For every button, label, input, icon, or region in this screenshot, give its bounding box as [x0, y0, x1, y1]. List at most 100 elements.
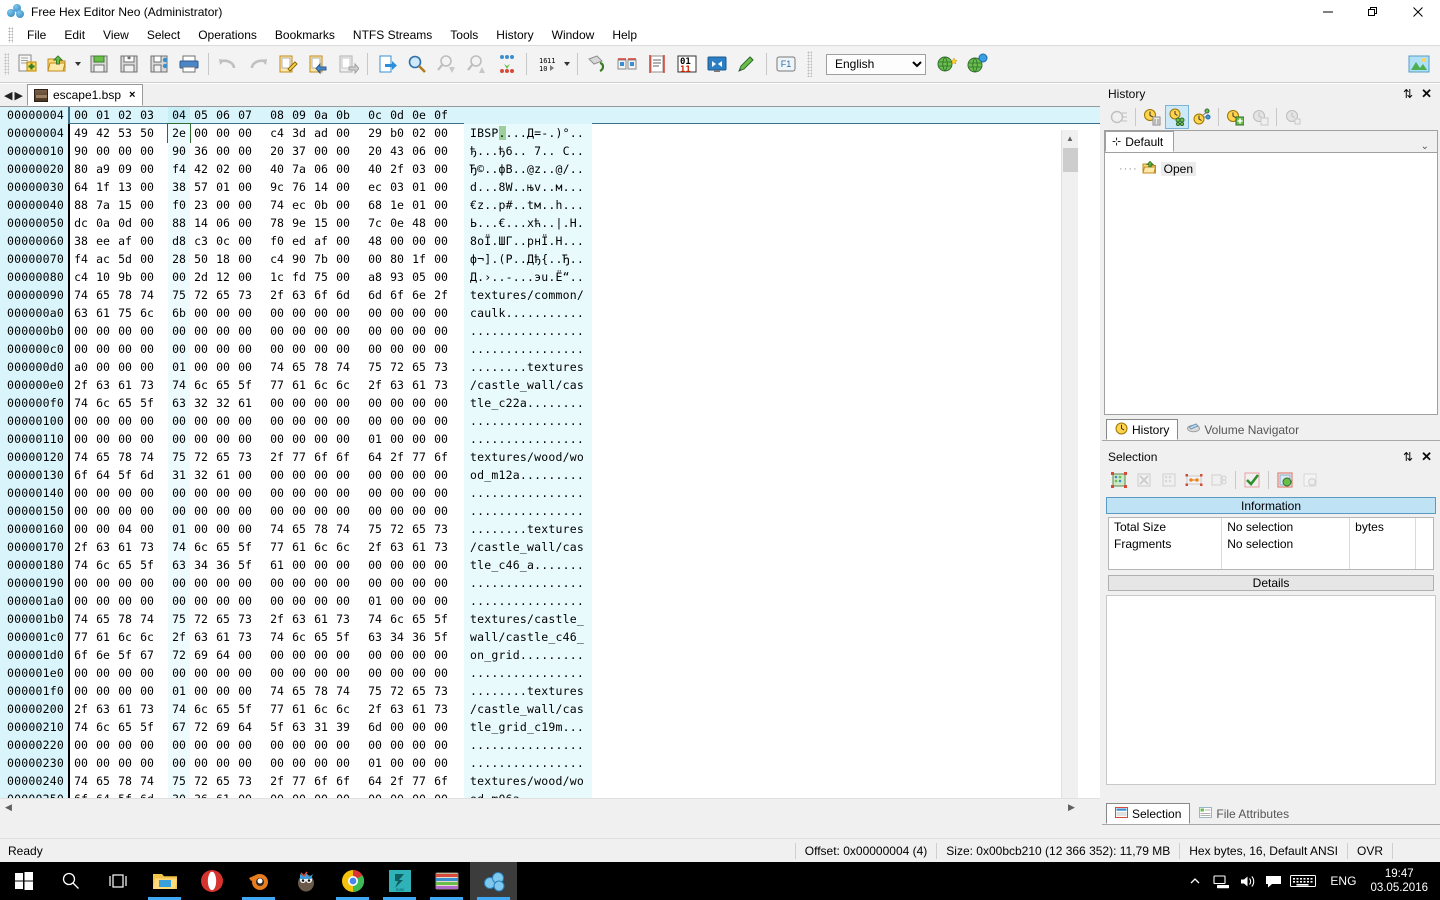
- hex-row-bytes[interactable]: 00 00 04 00 01 00 00 00 74 65 78 74 75 72 65 73: [70, 520, 452, 538]
- hex-byte[interactable]: 61: [212, 628, 234, 646]
- hex-byte[interactable]: 00: [266, 574, 288, 592]
- hex-byte[interactable]: 00: [430, 160, 452, 178]
- hex-byte[interactable]: 6f: [430, 448, 452, 466]
- hex-byte[interactable]: ee: [92, 232, 114, 250]
- hex-byte[interactable]: 1e: [386, 196, 408, 214]
- hex-byte[interactable]: 00: [190, 736, 212, 754]
- find-previous-icon[interactable]: [432, 49, 462, 79]
- hex-byte[interactable]: 00: [332, 232, 354, 250]
- hex-byte[interactable]: 6f: [70, 646, 92, 664]
- hex-byte[interactable]: 61: [266, 556, 288, 574]
- hex-byte[interactable]: 6c: [136, 304, 158, 322]
- hex-byte[interactable]: 00: [212, 430, 234, 448]
- hex-byte[interactable]: 06: [212, 214, 234, 232]
- hex-byte[interactable]: 00: [408, 484, 430, 502]
- hex-byte[interactable]: 00: [114, 358, 136, 376]
- hex-row[interactable]: 00000100 00 00 00 00 00 00 00 00 00 00 00 00 00 00 00 00…: [0, 412, 1100, 430]
- hex-byte[interactable]: 77: [408, 772, 430, 790]
- hex-row-bytes[interactable]: 74 65 78 74 75 72 65 73 2f 63 6f 6d 6d 6f 6e 2f: [70, 286, 452, 304]
- hex-byte[interactable]: 00: [70, 574, 92, 592]
- hex-byte[interactable]: 00: [386, 556, 408, 574]
- hex-byte[interactable]: 48: [364, 232, 386, 250]
- hex-byte[interactable]: 61: [408, 538, 430, 556]
- hex-byte[interactable]: 14: [310, 178, 332, 196]
- hex-byte[interactable]: 00: [114, 592, 136, 610]
- hex-byte[interactable]: 90: [168, 142, 190, 160]
- hex-byte[interactable]: 00: [408, 646, 430, 664]
- hex-byte[interactable]: 00: [430, 556, 452, 574]
- export-icon[interactable]: [372, 49, 402, 79]
- hex-byte[interactable]: 00: [234, 160, 256, 178]
- hex-byte[interactable]: 43: [386, 142, 408, 160]
- hex-byte[interactable]: 75: [364, 358, 386, 376]
- hex-byte[interactable]: 00: [386, 736, 408, 754]
- hex-byte[interactable]: 00: [332, 430, 354, 448]
- hex-byte[interactable]: 6c: [310, 538, 332, 556]
- action-center-icon[interactable]: [1260, 874, 1286, 889]
- hex-row[interactable]: 00000040 88 7a 15 00 f0 23 00 00 74 ec 0b 00 68 1e 01 00…: [0, 196, 1100, 214]
- hex-byte[interactable]: 00: [234, 754, 256, 772]
- hex-byte[interactable]: 00: [70, 664, 92, 682]
- hex-byte[interactable]: 74: [266, 196, 288, 214]
- hex-byte[interactable]: 74: [70, 448, 92, 466]
- hex-byte[interactable]: a0: [70, 358, 92, 376]
- hex-byte[interactable]: 00: [136, 178, 158, 196]
- hex-byte[interactable]: 6c: [114, 628, 136, 646]
- hex-byte[interactable]: 00: [430, 736, 452, 754]
- remove-selection-icon[interactable]: [1298, 468, 1322, 492]
- show-hidden-icons-icon[interactable]: [1182, 874, 1208, 888]
- hex-byte[interactable]: 00: [430, 142, 452, 160]
- hex-byte[interactable]: 00: [364, 322, 386, 340]
- menu-ntfs-streams[interactable]: NTFS Streams: [344, 25, 441, 45]
- hex-byte[interactable]: 03: [408, 160, 430, 178]
- hex-row-ascii[interactable]: /castle_wall/cas: [464, 538, 592, 556]
- hex-byte[interactable]: 00: [408, 232, 430, 250]
- hex-byte[interactable]: 00: [408, 430, 430, 448]
- hex-byte[interactable]: 63: [288, 718, 310, 736]
- hex-byte[interactable]: 9b: [114, 268, 136, 286]
- hex-byte[interactable]: 00: [310, 592, 332, 610]
- hex-row[interactable]: 00000240 74 65 78 74 75 72 65 73 2f 77 6f 6f 64 2f 77 6f…: [0, 772, 1100, 790]
- hex-byte[interactable]: 00: [408, 412, 430, 430]
- hex-byte[interactable]: 40: [364, 160, 386, 178]
- hex-row-ascii[interactable]: ................: [464, 754, 592, 772]
- hex-byte[interactable]: 00: [332, 412, 354, 430]
- hex-byte[interactable]: 00: [310, 394, 332, 412]
- hex-byte[interactable]: 34: [386, 628, 408, 646]
- hex-byte[interactable]: 00: [288, 322, 310, 340]
- hex-byte[interactable]: 20: [364, 142, 386, 160]
- hex-byte[interactable]: 6c: [332, 700, 354, 718]
- hex-row-bytes[interactable]: 74 65 78 74 75 72 65 73 2f 77 6f 6f 64 2f 77 6f: [70, 448, 452, 466]
- hex-byte[interactable]: 00: [168, 340, 190, 358]
- hex-byte[interactable]: 00: [92, 142, 114, 160]
- hex-byte[interactable]: 00: [266, 466, 288, 484]
- hex-byte[interactable]: 00: [310, 664, 332, 682]
- hex-byte[interactable]: 5f: [136, 556, 158, 574]
- hex-byte[interactable]: 00: [168, 502, 190, 520]
- hex-byte[interactable]: 00: [92, 574, 114, 592]
- hex-row-ascii[interactable]: textures/wood/wo: [464, 448, 592, 466]
- hex-byte[interactable]: 74: [266, 682, 288, 700]
- hex-byte[interactable]: 00: [332, 124, 354, 142]
- hex-byte[interactable]: 2f: [430, 286, 452, 304]
- hex-byte[interactable]: 75: [364, 520, 386, 538]
- hex-byte[interactable]: 39: [332, 718, 354, 736]
- hex-byte[interactable]: 6c: [310, 700, 332, 718]
- save-all-icon[interactable]: [144, 49, 174, 79]
- hex-row[interactable]: 00000080 c4 10 9b 00 00 2d 12 00 1c fd 75 00 a8 93 05 00…: [0, 268, 1100, 286]
- hex-byte[interactable]: 00: [212, 754, 234, 772]
- hex-row-ascii[interactable]: ................: [464, 592, 592, 610]
- hex-byte[interactable]: 65: [212, 700, 234, 718]
- hex-byte[interactable]: 00: [430, 466, 452, 484]
- hex-byte[interactable]: 6f: [332, 772, 354, 790]
- hex-byte[interactable]: 77: [288, 772, 310, 790]
- hex-byte[interactable]: 73: [430, 682, 452, 700]
- hex-byte[interactable]: 00: [190, 430, 212, 448]
- hex-byte[interactable]: 63: [364, 628, 386, 646]
- hex-row[interactable]: 00000020 80 a9 09 00 f4 42 02 00 40 7a 06 00 40 2f 03 00…: [0, 160, 1100, 178]
- hex-byte[interactable]: 1f: [408, 250, 430, 268]
- paste-icon[interactable]: [333, 49, 363, 79]
- hex-byte[interactable]: 63: [168, 394, 190, 412]
- hex-byte[interactable]: c3: [190, 232, 212, 250]
- hex-byte[interactable]: 80: [386, 250, 408, 268]
